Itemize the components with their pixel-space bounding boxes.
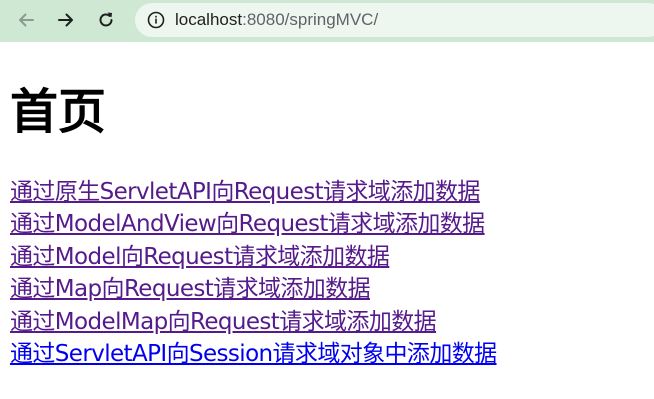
- link-map-request[interactable]: 通过Map向Request请求域添加数据: [10, 273, 497, 305]
- link-servletapi-request[interactable]: 通过原生ServletAPI向Request请求域添加数据: [10, 176, 497, 208]
- reload-icon: [96, 10, 116, 30]
- arrow-left-icon: [16, 10, 36, 30]
- back-button[interactable]: [12, 6, 40, 34]
- info-icon[interactable]: [147, 11, 165, 29]
- link-model-request[interactable]: 通过Model向Request请求域添加数据: [10, 241, 497, 273]
- browser-toolbar: localhost:8080/springMVC/: [0, 0, 654, 42]
- url-path: :8080/springMVC/: [242, 10, 379, 29]
- arrow-right-icon: [56, 10, 76, 30]
- page-title: 首页: [10, 84, 107, 140]
- link-servletapi-session[interactable]: 通过ServletAPI向Session请求域对象中添加数据: [10, 338, 497, 370]
- url-text[interactable]: localhost:8080/springMVC/: [175, 10, 378, 30]
- address-bar[interactable]: localhost:8080/springMVC/: [135, 3, 654, 37]
- link-list: 通过原生ServletAPI向Request请求域添加数据 通过ModelAnd…: [10, 176, 497, 370]
- forward-button[interactable]: [52, 6, 80, 34]
- link-modelandview-request[interactable]: 通过ModelAndView向Request请求域添加数据: [10, 208, 497, 240]
- url-host: localhost: [175, 10, 243, 29]
- reload-button[interactable]: [92, 6, 120, 34]
- link-modelmap-request[interactable]: 通过ModelMap向Request请求域添加数据: [10, 306, 497, 338]
